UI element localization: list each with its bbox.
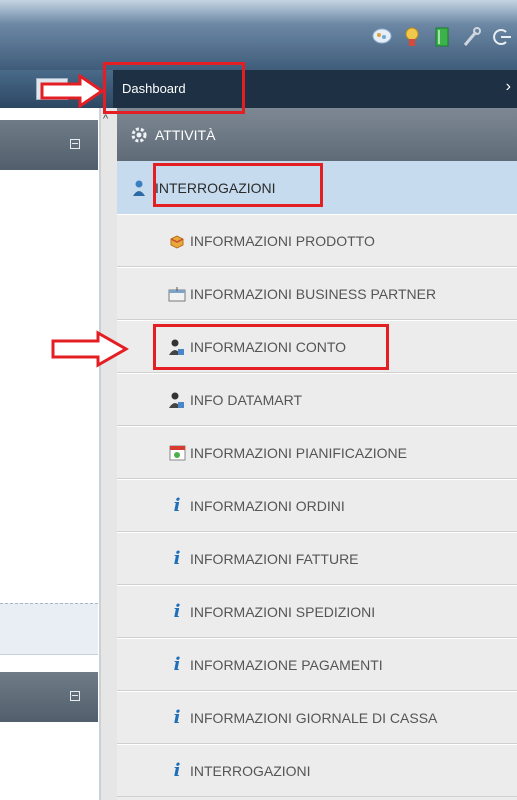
menu-item-label: INFORMAZIONI BUSINESS PARTNER bbox=[190, 285, 437, 302]
menu-item[interactable]: i INFORMAZIONI SPEDIZIONI bbox=[117, 585, 517, 638]
account-user-icon bbox=[167, 337, 187, 357]
menu-item[interactable]: INFO DATAMART bbox=[117, 373, 517, 426]
arrow-to-dashboard bbox=[40, 74, 104, 108]
menu-item-label: INFORMAZIONI ORDINI bbox=[190, 497, 345, 514]
dashboard-title: Dashboard bbox=[122, 81, 186, 96]
menu-item-label: INFO DATAMART bbox=[190, 391, 302, 408]
menu-category-attivita[interactable]: ATTIVITÀ bbox=[117, 108, 517, 161]
book-icon[interactable] bbox=[431, 26, 453, 48]
info-icon: i bbox=[173, 707, 181, 728]
product-box-icon bbox=[167, 231, 187, 251]
info-icon: i bbox=[173, 654, 181, 675]
menu-category-label: ATTIVITÀ bbox=[155, 126, 216, 143]
left-panel-selected-row[interactable] bbox=[0, 603, 98, 655]
menu-item[interactable]: INFORMAZIONI BUSINESS PARTNER bbox=[117, 267, 517, 320]
menu-item[interactable]: INFORMAZIONI PRODOTTO bbox=[117, 214, 517, 267]
info-icon: i bbox=[173, 548, 181, 569]
calendar-icon bbox=[167, 443, 187, 463]
datamart-user-icon bbox=[167, 390, 187, 410]
scroll-up-icon[interactable]: ^ bbox=[103, 113, 108, 125]
person-icon bbox=[129, 178, 149, 198]
menu-item[interactable]: i INFORMAZIONI FATTURE bbox=[117, 532, 517, 585]
left-panel-header bbox=[0, 120, 98, 170]
info-icon: i bbox=[173, 495, 181, 516]
menu-item[interactable]: i INTERROGAZIONI bbox=[117, 744, 517, 797]
menu-item-label: INFORMAZIONI CONTO bbox=[190, 338, 347, 355]
award-icon[interactable] bbox=[401, 26, 423, 48]
toolbar-icons bbox=[371, 24, 517, 50]
menu-item-label: INFORMAZIONE PAGAMENTI bbox=[190, 656, 383, 673]
tools-icon[interactable] bbox=[461, 26, 483, 48]
menu-item[interactable]: INFORMAZIONI CONTO bbox=[117, 320, 517, 373]
menu-item-label: INFORMAZIONI GIORNALE DI CASSA bbox=[190, 709, 438, 726]
menu-item-interrogazioni-selected[interactable]: INTERROGAZIONI bbox=[117, 161, 517, 214]
partner-icon bbox=[167, 284, 187, 304]
dashboard-menu: ATTIVITÀ INTERROGAZIONI INFORMAZIONI PRO… bbox=[117, 108, 517, 800]
info-icon: i bbox=[173, 601, 181, 622]
menu-item-label: INFORMAZIONI PIANIFICAZIONE bbox=[190, 444, 408, 461]
info-icon: i bbox=[173, 760, 181, 781]
chevron-right-icon[interactable]: › bbox=[506, 78, 511, 96]
minimize-icon[interactable] bbox=[70, 139, 80, 149]
menu-item-label: INFORMAZIONI FATTURE bbox=[190, 550, 359, 567]
logout-icon[interactable] bbox=[491, 26, 513, 48]
menu-item[interactable]: i INFORMAZIONI ORDINI bbox=[117, 479, 517, 532]
dashboard-header[interactable]: Dashboard › bbox=[113, 70, 517, 108]
menu-item[interactable]: i INFORMAZIONI GIORNALE DI CASSA bbox=[117, 691, 517, 744]
minimize-icon[interactable] bbox=[70, 691, 80, 701]
left-panel bbox=[0, 108, 100, 800]
menu-selected-label: INTERROGAZIONI bbox=[155, 179, 276, 196]
menu-item-label: INFORMAZIONI SPEDIZIONI bbox=[190, 603, 376, 620]
menu-item-label: INFORMAZIONI PRODOTTO bbox=[190, 232, 375, 249]
left-panel-header-2 bbox=[0, 672, 98, 722]
gear-icon bbox=[129, 125, 149, 145]
menu-item[interactable]: INFORMAZIONI PIANIFICAZIONE bbox=[117, 426, 517, 479]
menu-item-label: INTERROGAZIONI bbox=[190, 762, 311, 779]
arrow-to-informazioni-conto bbox=[51, 330, 130, 368]
menu-item[interactable]: i INFORMAZIONE PAGAMENTI bbox=[117, 638, 517, 691]
menu-scrollbar[interactable] bbox=[100, 108, 117, 800]
app-root: Dashboard › ^ ATTIVITÀ INTERROGAZIONI IN… bbox=[0, 0, 517, 800]
chat-bubble-icon[interactable] bbox=[371, 26, 393, 48]
top-header bbox=[0, 0, 517, 70]
